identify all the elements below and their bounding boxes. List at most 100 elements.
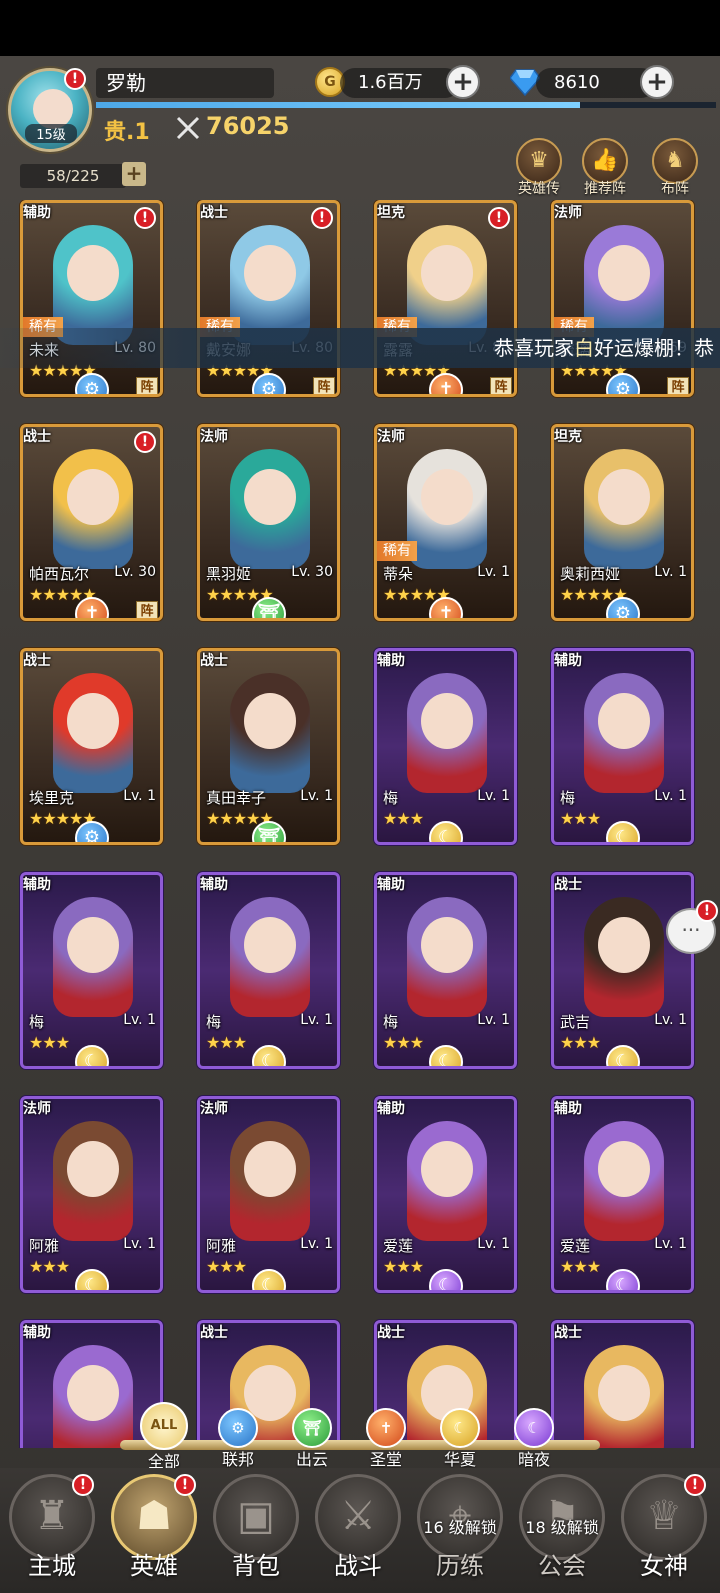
chat-alert-badge: !: [696, 900, 718, 922]
hero-face: [421, 693, 473, 749]
system-status-bar: [0, 0, 720, 56]
nav-label: 公会: [538, 1552, 586, 1580]
hero-card[interactable]: 辅助梅 Lv. 1 ★★★ ☾: [374, 648, 517, 845]
hero-card[interactable]: 战士 帕西瓦尔 Lv. 30 ★★★★★ ✝ 阵!: [20, 424, 163, 621]
exp-progress-bar: [96, 102, 716, 108]
hero-class-tag: 辅助: [377, 1101, 405, 1117]
hero-class-tag: 辅助: [23, 205, 51, 221]
formation-label: 布阵: [661, 181, 689, 197]
hero-class-tag: 坦克: [554, 429, 582, 445]
filter-gold[interactable]: ☾ 华夏: [428, 1408, 492, 1470]
ticker-player: 白: [574, 336, 594, 360]
hero-card[interactable]: 辅助梅 Lv. 1 ★★★ ☾: [551, 648, 694, 845]
hero-card[interactable]: 战士 武吉 Lv. 1 ★★★ ☾: [551, 872, 694, 1069]
hero-level: Lv. 1: [477, 1012, 510, 1028]
hero-story-button[interactable]: ♛ 英雄传: [514, 138, 564, 198]
hero-alert-badge: !: [311, 207, 333, 229]
hero-name: 梅: [29, 1013, 45, 1031]
green-faction-icon: ⛩: [292, 1408, 332, 1448]
nav-label: 历练: [436, 1552, 484, 1580]
hero-face: [421, 1141, 473, 1197]
nav-hero-hood[interactable]: ☗ 英雄!: [104, 1474, 204, 1592]
hero-card[interactable]: 战士 真田幸子 Lv. 1 ★★★★★ ⛩: [197, 648, 340, 845]
expand-hero-slots-button[interactable]: +: [122, 162, 146, 186]
in-formation-tag: 阵: [313, 377, 335, 394]
hero-class-tag: 战士: [23, 429, 51, 445]
nav-guild[interactable]: ⚑ 公会 18 级解锁: [512, 1474, 612, 1592]
hero-card[interactable]: 辅助梅 Lv. 1 ★★★ ☾: [197, 872, 340, 1069]
filter-all[interactable]: ALL 全部: [132, 1402, 196, 1472]
hero-stars: ★★★: [560, 1033, 601, 1052]
hero-name: 梅: [383, 1013, 399, 1031]
filter-blue[interactable]: ⚙ 联邦: [206, 1408, 270, 1470]
combat-power-icon: [176, 116, 200, 140]
hero-class-tag: 辅助: [554, 653, 582, 669]
nav-label: 主城: [28, 1552, 76, 1580]
unlock-requirement: 18 级解锁: [525, 1518, 599, 1537]
hero-face: [244, 917, 296, 973]
avatar-alert-badge: !: [64, 68, 86, 90]
faction-filter-bar: ALL 全部 ⚙ 联邦 ⛩ 出云 ✝ 圣堂 ☾ 华夏 ☾ 暗夜: [120, 1402, 600, 1471]
bottom-navigation: ♜ 主城! ☗ 英雄! ▣ 背包 ⚔ 战斗 ⌖ 历练 16 级解锁 ⚑ 公会 18 级解锁 ♕ 女神!: [0, 1468, 720, 1593]
hero-level: Lv. 1: [123, 788, 156, 804]
all-icon: ALL: [140, 1402, 188, 1450]
hero-class-tag: 法师: [377, 429, 405, 445]
add-gems-button[interactable]: +: [640, 65, 674, 99]
player-name: 罗勒: [96, 68, 274, 98]
hero-card[interactable]: 坦克 奥莉西娅 Lv. 1 ★★★★★ ⚙: [551, 424, 694, 621]
hero-card[interactable]: 法师 黑羽姬 Lv. 30 ★★★★★ ⛩: [197, 424, 340, 621]
hero-grid: 辅助稀有未来Lv. 80★★★★★⚙阵!战士稀有戴安娜Lv. 80★★★★★⚙阵…: [0, 200, 720, 1448]
red-faction-icon: ✝: [366, 1408, 406, 1448]
hero-name: 阿雅: [206, 1237, 237, 1255]
nav-castle[interactable]: ♜ 主城!: [2, 1474, 102, 1592]
hero-name: 真田幸子: [206, 789, 267, 807]
hero-name: 梅: [206, 1013, 222, 1031]
hero-level: Lv. 1: [123, 1012, 156, 1028]
hero-class-tag: 辅助: [23, 1325, 51, 1341]
hero-class-tag: 战士: [554, 1325, 582, 1341]
nav-goddess[interactable]: ♕ 女神!: [614, 1474, 714, 1592]
filter-red[interactable]: ✝ 圣堂: [354, 1408, 418, 1470]
nav-label: 英雄: [130, 1552, 178, 1580]
hero-face: [67, 693, 119, 749]
hero-card[interactable]: 法师 阿雅 Lv. 1 ★★★ ☾: [197, 1096, 340, 1293]
filter-purple[interactable]: ☾ 暗夜: [502, 1408, 566, 1470]
nav-map-pin[interactable]: ⌖ 历练 16 级解锁: [410, 1474, 510, 1592]
hero-alert-badge: !: [134, 207, 156, 229]
nav-label: 战斗: [334, 1552, 382, 1580]
hero-class-tag: 坦克: [377, 205, 405, 221]
hero-card[interactable]: 法师 稀有 蒂朵 Lv. 1 ★★★★★ ✝: [374, 424, 517, 621]
purple-faction-icon: ☾: [514, 1408, 554, 1448]
hero-stars: ★★★: [383, 809, 424, 828]
filter-green[interactable]: ⛩ 出云: [280, 1408, 344, 1470]
hero-class-tag: 战士: [200, 1325, 228, 1341]
nav-backpack[interactable]: ▣ 背包: [206, 1474, 306, 1592]
nav-alert-badge: !: [72, 1474, 94, 1496]
hero-face: [244, 1141, 296, 1197]
hero-card[interactable]: 辅助 爱莲 Lv. 1 ★★★ ☾: [551, 1096, 694, 1293]
add-gold-button[interactable]: +: [446, 65, 480, 99]
recommended-lineup-button[interactable]: 👍 推荐阵: [580, 138, 630, 198]
hero-stars: ★★★: [29, 1257, 70, 1276]
hero-card[interactable]: 法师 阿雅 Lv. 1 ★★★ ☾: [20, 1096, 163, 1293]
announcement-ticker: 恭喜玩家白好运爆棚！恭: [0, 328, 720, 368]
formation-button[interactable]: ♞ 布阵: [650, 138, 700, 198]
noble-rank[interactable]: 贵.1: [104, 114, 150, 146]
nav-crossed-swords[interactable]: ⚔ 战斗: [308, 1474, 408, 1592]
hero-class-tag: 战士: [200, 653, 228, 669]
hero-card[interactable]: 辅助梅 Lv. 1 ★★★ ☾: [20, 872, 163, 1069]
hero-stars: ★★★: [206, 1033, 247, 1052]
hero-class-tag: 辅助: [554, 1101, 582, 1117]
combat-power-value: 76025: [206, 112, 290, 140]
hero-level: Lv. 1: [123, 1236, 156, 1252]
hero-card[interactable]: 辅助梅 Lv. 1 ★★★ ☾: [374, 872, 517, 1069]
hero-name: 爱莲: [383, 1237, 414, 1255]
filter-label: 联邦: [221, 1450, 254, 1469]
hero-count: 58/225: [20, 164, 126, 188]
hero-face: [244, 469, 296, 525]
filter-label: 圣堂: [369, 1450, 402, 1469]
hero-card[interactable]: 辅助 爱莲 Lv. 1 ★★★ ☾: [374, 1096, 517, 1293]
hero-card[interactable]: 战士 埃里克 Lv. 1 ★★★★★ ⚙: [20, 648, 163, 845]
hero-face: [421, 245, 473, 301]
blue-faction-icon: ⚙: [218, 1408, 258, 1448]
